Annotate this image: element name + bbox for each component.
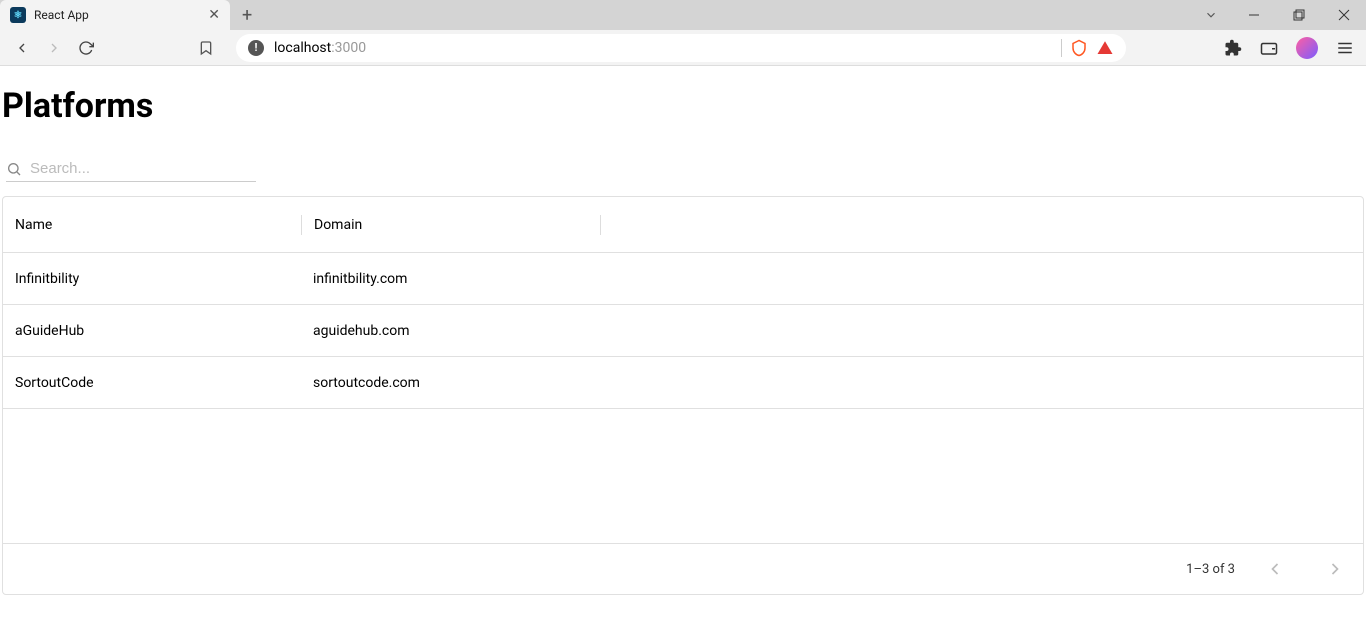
url-text: localhost:3000 bbox=[274, 40, 366, 56]
table-footer: 1–3 of 3 bbox=[3, 544, 1363, 594]
separator bbox=[1061, 39, 1062, 57]
prev-page-button[interactable] bbox=[1255, 549, 1295, 589]
browser-toolbar: ! localhost:3000 bbox=[0, 30, 1366, 66]
table-header: Name Domain bbox=[3, 197, 1363, 253]
tab-bar: ⚛ React App ✕ + bbox=[0, 0, 264, 30]
url-port: :3000 bbox=[331, 40, 366, 56]
profile-avatar[interactable] bbox=[1296, 37, 1318, 59]
browser-tab-strip: ⚛ React App ✕ + bbox=[0, 0, 1366, 30]
column-header-name[interactable]: Name bbox=[3, 217, 301, 233]
search-icon bbox=[6, 161, 22, 177]
page-content: Platforms Name Domain Infinitbility infi… bbox=[0, 66, 1366, 595]
tab-title: React App bbox=[34, 8, 200, 22]
wallet-icon[interactable] bbox=[1260, 39, 1278, 57]
bookmark-button[interactable] bbox=[198, 40, 214, 56]
table-empty-area bbox=[3, 409, 1363, 544]
chevron-down-icon[interactable] bbox=[1191, 8, 1231, 22]
extensions-icon[interactable] bbox=[1224, 39, 1242, 57]
column-header-domain[interactable]: Domain bbox=[302, 217, 600, 233]
forward-button[interactable] bbox=[44, 38, 64, 58]
cell-domain: infinitbility.com bbox=[301, 271, 599, 287]
brave-rewards-icon[interactable] bbox=[1096, 39, 1114, 57]
new-tab-button[interactable]: + bbox=[230, 5, 264, 26]
close-tab-icon[interactable]: ✕ bbox=[208, 7, 220, 23]
close-window-button[interactable] bbox=[1321, 0, 1366, 30]
toolbar-right bbox=[1224, 37, 1354, 59]
next-page-button[interactable] bbox=[1315, 549, 1355, 589]
pagination-label: 1–3 of 3 bbox=[1186, 562, 1235, 577]
cell-name: aGuideHub bbox=[3, 323, 301, 339]
search-input[interactable] bbox=[30, 160, 256, 177]
search-field[interactable] bbox=[6, 156, 256, 182]
url-host: localhost bbox=[274, 40, 331, 56]
minimize-button[interactable] bbox=[1231, 0, 1276, 30]
browser-tab[interactable]: ⚛ React App ✕ bbox=[0, 0, 230, 30]
address-bar-end bbox=[1061, 39, 1114, 57]
menu-icon[interactable] bbox=[1336, 39, 1354, 57]
back-button[interactable] bbox=[12, 38, 32, 58]
brave-shield-icon[interactable] bbox=[1070, 39, 1088, 57]
table-row[interactable]: Infinitbility infinitbility.com bbox=[3, 253, 1363, 305]
page-title: Platforms bbox=[0, 86, 1366, 126]
cell-name: SortoutCode bbox=[3, 375, 301, 391]
cell-name: Infinitbility bbox=[3, 271, 301, 287]
react-favicon: ⚛ bbox=[10, 7, 26, 23]
table-row[interactable]: SortoutCode sortoutcode.com bbox=[3, 357, 1363, 409]
address-bar[interactable]: ! localhost:3000 bbox=[236, 34, 1126, 62]
column-divider bbox=[600, 215, 601, 235]
cell-domain: aguidehub.com bbox=[301, 323, 599, 339]
window-controls bbox=[1191, 0, 1366, 30]
table-row[interactable]: aGuideHub aguidehub.com bbox=[3, 305, 1363, 357]
data-table: Name Domain Infinitbility infinitbility.… bbox=[2, 196, 1364, 595]
reload-button[interactable] bbox=[76, 38, 96, 58]
site-info-icon[interactable]: ! bbox=[248, 40, 264, 56]
cell-domain: sortoutcode.com bbox=[301, 375, 599, 391]
maximize-button[interactable] bbox=[1276, 0, 1321, 30]
